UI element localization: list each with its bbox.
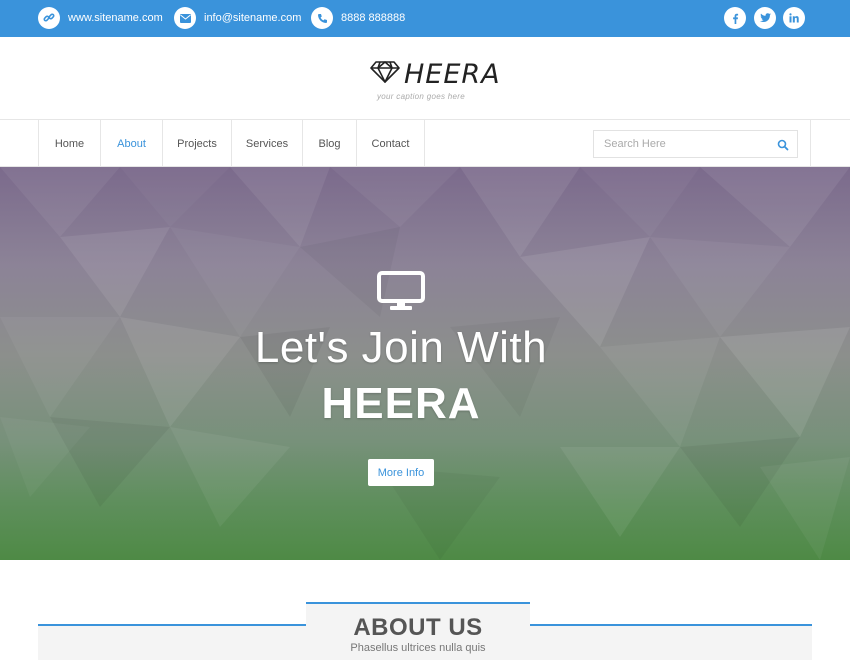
twitter-link[interactable] xyxy=(754,7,776,29)
phone-icon xyxy=(311,7,333,29)
website-contact[interactable]: www.sitename.com xyxy=(38,7,163,29)
monitor-icon xyxy=(377,271,425,310)
phone-text: 8888 888888 xyxy=(341,12,406,24)
about-subtitle: Phasellus ultrices nulla quis xyxy=(350,642,486,654)
search-box xyxy=(593,130,798,158)
brand-name: HEERA xyxy=(404,59,501,90)
hero-banner: Let's Join With HEERA More Info xyxy=(0,167,850,560)
about-divider-left xyxy=(38,624,306,626)
hero-brand: HEERA xyxy=(321,379,481,428)
more-info-button[interactable]: More Info xyxy=(368,459,434,486)
top-bar: www.sitename.com info@sitename.com 8888 … xyxy=(0,0,850,37)
about-title: ABOUT US xyxy=(353,614,483,641)
website-text: www.sitename.com xyxy=(68,12,163,24)
nav-item-home[interactable]: Home xyxy=(38,120,100,167)
nav-item-services[interactable]: Services xyxy=(231,120,302,167)
phone-contact[interactable]: 8888 888888 xyxy=(311,7,405,29)
brand-logo[interactable]: HEERA xyxy=(370,59,501,90)
facebook-icon xyxy=(724,7,746,29)
search-icon[interactable] xyxy=(777,138,789,151)
main-nav: Home About Projects Services Blog Contac… xyxy=(0,119,850,167)
nav-divider xyxy=(810,120,811,167)
facebook-link[interactable] xyxy=(724,7,746,29)
nav-menu: Home About Projects Services Blog Contac… xyxy=(38,120,425,167)
nav-item-projects[interactable]: Projects xyxy=(162,120,231,167)
hero-heading: Let's Join With xyxy=(254,323,548,372)
about-divider-right xyxy=(530,624,812,626)
nav-item-blog[interactable]: Blog xyxy=(302,120,356,167)
logo-header: HEERA your caption goes here xyxy=(0,37,850,119)
search-input[interactable] xyxy=(594,131,764,157)
diamond-icon xyxy=(370,60,400,89)
about-heading-box: ABOUT US Phasellus ultrices nulla quis xyxy=(306,602,530,660)
email-text: info@sitename.com xyxy=(204,12,302,24)
link-icon xyxy=(38,7,60,29)
envelope-icon xyxy=(174,7,196,29)
nav-item-contact[interactable]: Contact xyxy=(356,120,425,167)
linkedin-icon xyxy=(783,7,805,29)
email-contact[interactable]: info@sitename.com xyxy=(174,7,301,29)
linkedin-link[interactable] xyxy=(783,7,805,29)
nav-item-about[interactable]: About xyxy=(100,120,162,167)
brand-tagline: your caption goes here xyxy=(377,92,465,101)
twitter-icon xyxy=(754,7,776,29)
